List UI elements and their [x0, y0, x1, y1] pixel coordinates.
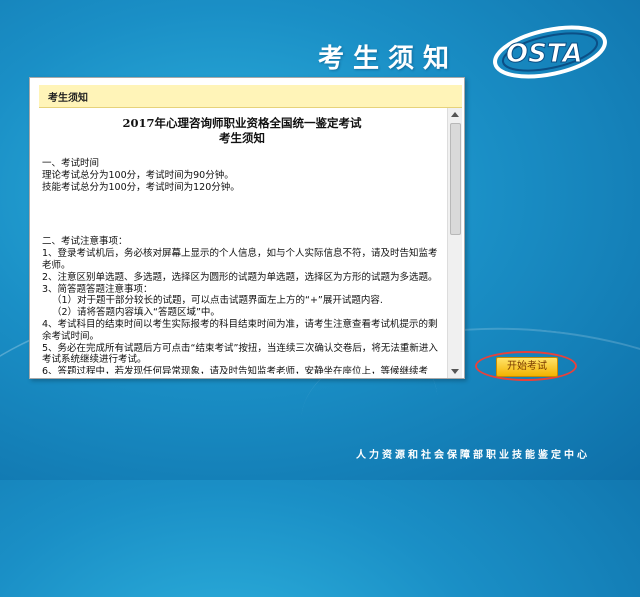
instruction-line: 3、简答题答题注意事项：: [42, 283, 153, 295]
osta-logo: OSTA: [488, 22, 618, 82]
instruction-line: 二、考试注意事项：: [42, 236, 128, 248]
vertical-scrollbar[interactable]: [447, 108, 462, 378]
instructions-dialog: 考生须知 2017年心理咨询师职业资格全国统一鉴定考试 考生须知 一、考试时间理…: [29, 77, 465, 379]
page-title: 考生须知: [318, 44, 459, 74]
instructions-text: 一、考试时间 理论考试总分为100分，考试时间为90分钟。 技能考试总分为100分，…: [42, 158, 442, 374]
scroll-up-icon[interactable]: [451, 112, 459, 117]
instruction-line: 2、注意区别单选题、多选题，选择区为圆形的试题为单选题，选择区为方形的试题为多选…: [42, 271, 438, 283]
logo-text: OSTA: [506, 39, 583, 69]
instructions-content[interactable]: 2017年心理咨询师职业资格全国统一鉴定考试 考生须知 一、考试时间 理论考试总分…: [42, 116, 442, 374]
scroll-down-icon[interactable]: [451, 369, 459, 374]
instruction-line: 技能考试总分为100分，考试时间为120分钟。: [42, 181, 240, 193]
dialog-header: 考生须知: [39, 85, 462, 108]
instruction-line: 4、考试科目的结束时间以考生实际报考的科目结束时间为准，请考生注意查看考试机提示…: [42, 318, 438, 342]
document-title: 2017年心理咨询师职业资格全国统一鉴定考试: [122, 116, 362, 130]
instruction-line: 1、登录考试机后，务必核对屏幕上显示的个人信息，如与个人实际信息不符，请及时告知…: [42, 248, 438, 271]
instruction-line: （2）请将答题内容填入“答题区域”中。: [52, 307, 220, 319]
instruction-line: （1）对于题干部分较长的试题，可以点击试题界面左上方的“+”展开试题内容.: [52, 295, 383, 307]
dialog-header-label: 考生须知: [48, 93, 88, 104]
instruction-line: 理论考试总分为100分，考试时间为90分钟。: [42, 169, 234, 181]
footer-organization: 人力资源和社会保障部职业技能鉴定中心: [356, 450, 590, 461]
start-exam-button[interactable]: 开始考试: [496, 357, 558, 377]
instruction-line: 6、答题过程中，若发现任何异常现象，请及时告知监考老师，安静坐在座位上，等候继续…: [42, 366, 429, 374]
document-subtitle: 考生须知: [219, 131, 265, 145]
scroll-thumb[interactable]: [450, 123, 461, 235]
instruction-line: 5、务必在完成所有试题后方可点击“结束考试”按扭，当连续三次确认交卷后，将无法重…: [42, 342, 438, 366]
instruction-line: 一、考试时间: [42, 158, 100, 169]
paragraph-spacer: [42, 209, 442, 220]
